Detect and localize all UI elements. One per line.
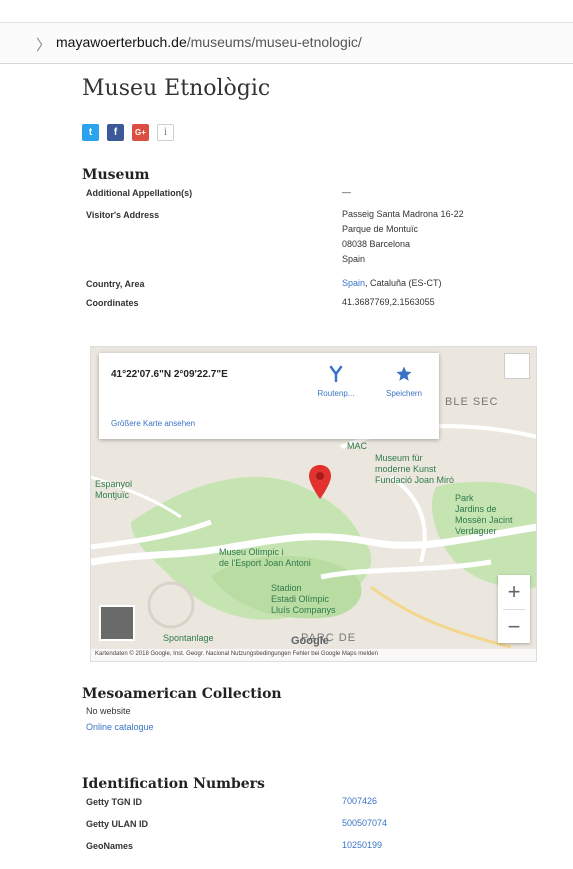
country-area-value: Spain, Cataluña (ES-CT) — [342, 276, 442, 291]
map-label-espanyol: Espanyol Montjuïc — [95, 479, 133, 500]
googleplus-icon[interactable]: G+ — [132, 124, 149, 141]
route-label: Routenp... — [317, 389, 355, 398]
tgn-label: Getty TGN ID — [86, 797, 143, 807]
share-buttons: t f G+ i — [82, 124, 174, 141]
country-link[interactable]: Spain — [342, 278, 365, 288]
catalogue-link[interactable]: Online catalogue — [86, 720, 154, 735]
map-pin-icon[interactable] — [309, 465, 331, 504]
geonames-label: GeoNames — [86, 841, 134, 851]
zoom-out-button[interactable]: − — [498, 610, 530, 644]
zoom-control: + − — [498, 575, 530, 643]
coordinates-label: Coordinates — [86, 298, 139, 308]
map-label-museum-modern: Museum für moderne Kunst Fundació Joan M… — [375, 453, 455, 485]
identification-heading: Identification Numbers — [82, 776, 265, 792]
address-line: 08038 Barcelona — [342, 239, 411, 249]
map-coordinates: 41°22'07.6"N 2°09'22.7"E — [111, 369, 228, 380]
address-line: Spain — [342, 254, 366, 264]
tgn-link[interactable]: 7007426 — [342, 794, 377, 809]
address-line: Parque de Montuïc — [342, 224, 419, 234]
chevron-icon[interactable]: 〉 — [36, 34, 51, 55]
ulan-link[interactable]: 500507074 — [342, 816, 387, 831]
map-label-park: Park Jardins de Mossèn Jacint Verdaguer — [455, 493, 513, 536]
ulan-label: Getty ULAN ID — [86, 819, 149, 829]
address-bar[interactable]: 〉 mayawoerterbuch.de/museums/museu-etnol… — [0, 22, 573, 64]
route-button[interactable]: Routenp... — [311, 365, 361, 398]
star-icon — [396, 366, 412, 381]
appellation-value: — — [342, 187, 351, 197]
google-logo[interactable]: Google — [291, 635, 329, 647]
address-line: Passeig Santa Madrona 16-22 — [342, 209, 464, 219]
visitor-address-value: Passeig Santa Madrona 16-22 Parque de Mo… — [342, 207, 464, 267]
map-label-ble-sec: BLE SEC — [445, 396, 499, 408]
info-icon[interactable]: i — [157, 124, 174, 141]
map-info-card: 41°22'07.6"N 2°09'22.7"E Routenp... Spei… — [99, 353, 439, 439]
street-view-thumbnail[interactable] — [99, 605, 135, 641]
map-footer[interactable]: Kartendaten © 2018 Google, Inst. Geogr. … — [91, 649, 536, 661]
collection-heading: Mesoamerican Collection — [82, 686, 282, 702]
coordinates-value: 41.3687769,2.1563055 — [342, 297, 435, 307]
enlarge-map-link[interactable]: Größere Karte ansehen — [111, 419, 195, 428]
zoom-in-button[interactable]: + — [498, 575, 530, 609]
map-label-mac: MAC — [347, 441, 367, 451]
area-text: , Cataluña (ES-CT) — [365, 278, 442, 288]
country-area-label: Country, Area — [86, 279, 145, 289]
museum-heading: Museum — [82, 167, 150, 183]
map-label-spontanlage: Spontanlage — [163, 633, 214, 643]
map-label-stadion: Stadion Estadi Olímpic Lluís Companys — [271, 583, 336, 615]
url-text[interactable]: mayawoerterbuch.de/museums/museu-etnolog… — [56, 34, 362, 50]
visitor-address-label: Visitor's Address — [86, 210, 160, 220]
twitter-icon[interactable]: t — [82, 124, 99, 141]
page-title: Museu Etnològic — [82, 76, 271, 101]
save-button[interactable]: Speichern — [379, 365, 429, 398]
fullscreen-icon[interactable] — [504, 353, 530, 379]
url-domain: mayawoerterbuch.de — [56, 34, 187, 50]
facebook-icon[interactable]: f — [107, 124, 124, 141]
route-icon — [329, 365, 343, 383]
appellation-label: Additional Appellation(s) — [86, 188, 193, 198]
geonames-link[interactable]: 10250199 — [342, 838, 382, 853]
embedded-map[interactable]: MAC Museum für moderne Kunst Fundació Jo… — [90, 346, 537, 662]
save-label: Speichern — [385, 389, 423, 398]
url-path: /museums/museu-etnologic/ — [186, 34, 362, 50]
map-label-olimpic: Museu Olímpic i de l'Esport Joan Antoni — [219, 547, 311, 568]
collection-website: No website — [86, 706, 131, 716]
